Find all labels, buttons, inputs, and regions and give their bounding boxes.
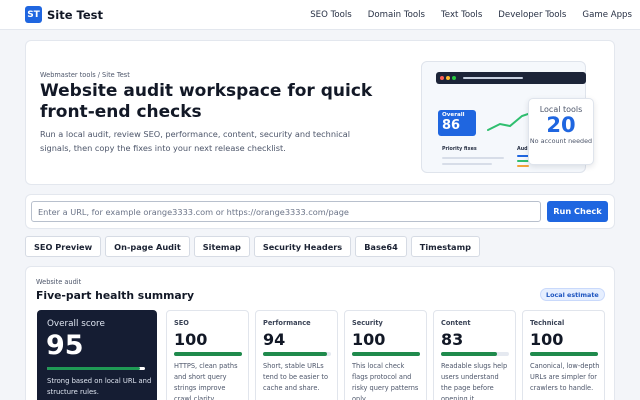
nav-developer-tools[interactable]: Developer Tools [498,10,566,20]
site-logo-icon: ST [25,6,42,23]
hero-panel: Webmaster tools / Site Test Website audi… [25,40,615,185]
metric-value: 100 [174,330,208,349]
tab-base64[interactable]: Base64 [355,236,407,257]
window-close-dot-icon [440,76,444,80]
nav-seo-tools[interactable]: SEO Tools [310,10,352,20]
nav-game-apps[interactable]: Game Apps [582,10,632,20]
local-tools-note: No account needed [529,137,593,145]
metric-description: Short, stable URLs tend to be easier to … [263,362,329,392]
tool-tabs: SEO Preview On-page Audit Sitemap Securi… [25,236,484,257]
preview-window-bar [436,72,586,84]
metric-progress-track [263,352,331,356]
metric-description: Canonical, low-depth URLs are simpler fo… [530,362,600,392]
local-estimate-badge: Local estimate [540,288,605,301]
main-nav: SEO Tools Domain Tools Text Tools Develo… [310,0,636,30]
preview-overall-value: 86 [442,118,461,133]
tab-seo-preview[interactable]: SEO Preview [25,236,102,257]
nav-domain-tools[interactable]: Domain Tools [368,10,425,20]
brand-link[interactable]: ST Site Test [25,6,103,23]
metric-value: 94 [263,330,286,349]
preview-list-line [442,163,492,165]
preview-address-line [463,77,523,79]
overall-progress-fill [47,367,141,370]
local-tools-count: 20 [546,113,576,137]
metric-value: 100 [352,330,386,349]
metric-card-seo: SEO 100 HTTPS, clean paths and short que… [166,310,249,400]
preview-overall-card: Overall 86 [438,110,476,136]
overall-score-value: 95 [46,330,84,361]
overall-progress-track [47,367,145,370]
metric-label: Technical [530,319,565,327]
tab-sitemap[interactable]: Sitemap [193,236,250,257]
site-name: Site Test [47,7,103,22]
metric-progress-track [352,352,420,356]
summary-eyebrow: Website audit [36,278,82,286]
metric-label: Security [352,319,383,327]
preview-audit-label: Aud [517,147,528,152]
page-title: Website audit workspace for quick front-… [40,81,373,122]
nav-text-tools[interactable]: Text Tools [441,10,482,20]
metric-label: SEO [174,319,189,327]
url-input[interactable] [31,201,541,222]
metric-card-content: Content 83 Readable slugs help users und… [433,310,516,400]
metric-label: Performance [263,319,311,327]
metric-description: Readable slugs help users understand the… [441,362,508,400]
overall-score-label: Overall score [47,319,105,329]
summary-title: Five-part health summary [36,289,195,302]
metric-progress-fill [530,352,598,356]
top-navigation-bar: ST Site Test SEO Tools Domain Tools Text… [0,0,640,30]
metric-value: 83 [441,330,464,349]
metric-progress-track [441,352,509,356]
window-minimize-dot-icon [446,76,450,80]
preview-legend-orange [517,165,529,167]
overall-score-note: Strong based on local URL and structure … [47,377,152,396]
metric-progress-fill [352,352,420,356]
metric-card-security: Security 100 This local check flags prot… [344,310,427,400]
metric-progress-fill [441,352,498,356]
tab-timestamp[interactable]: Timestamp [410,236,480,257]
tab-security-headers[interactable]: Security Headers [253,236,352,257]
tab-on-page-audit[interactable]: On-page Audit [105,236,190,257]
run-check-button[interactable]: Run Check [547,201,608,222]
metric-progress-fill [174,352,242,356]
metric-description: This local check flags protocol and risk… [352,362,419,400]
health-summary-panel: Website audit Five-part health summary L… [25,266,615,400]
metric-card-technical: Technical 100 Canonical, low-depth URLs … [522,310,605,400]
breadcrumb: Webmaster tools / Site Test [40,71,130,79]
preview-list-line [442,157,504,159]
local-tools-card: Local tools 20 No account needed [528,98,594,165]
overall-score-card: Overall score 95 Strong based on local U… [37,310,157,400]
metric-label: Content [441,319,471,327]
metric-card-performance: Performance 94 Short, stable URLs tend t… [255,310,338,400]
metric-progress-track [530,352,598,356]
preview-priority-label: Priority fixes [442,147,477,152]
metric-progress-track [174,352,242,356]
page-description: Run a local audit, review SEO, performan… [40,129,351,153]
metric-description: HTTPS, clean paths and short query strin… [174,362,238,400]
metric-progress-fill [263,352,327,356]
metric-value: 100 [530,330,564,349]
window-maximize-dot-icon [452,76,456,80]
